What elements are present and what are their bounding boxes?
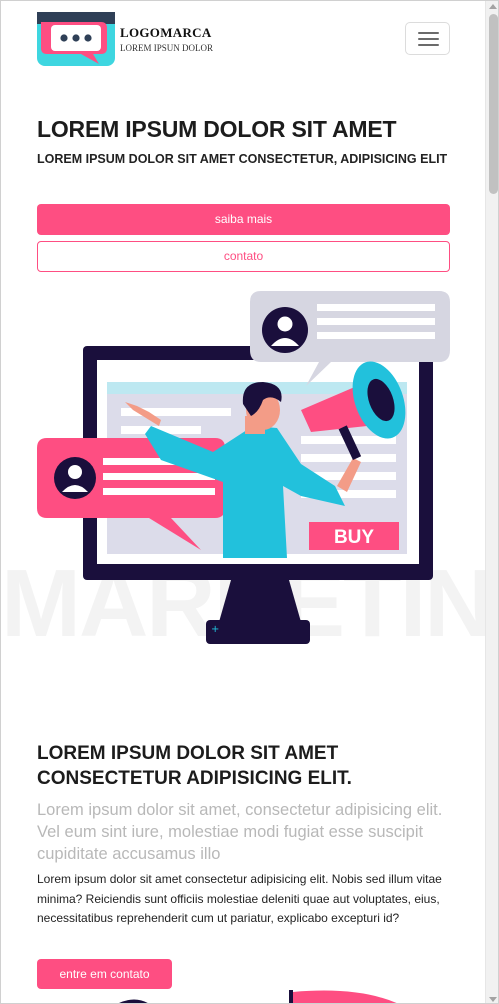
buy-label: BUY	[334, 527, 374, 548]
hero-title: LOREM IPSUM DOLOR SIT AMET	[37, 116, 397, 142]
saiba-mais-button[interactable]: saiba mais	[37, 204, 450, 235]
section-body: Lorem ipsum dolor sit amet consectetur a…	[37, 872, 442, 925]
brand-tagline: LOREM IPSUN DOLOR	[120, 43, 214, 53]
contato-button[interactable]: contato	[37, 241, 450, 272]
hamburger-menu-icon	[418, 32, 439, 34]
chat-bubble-logo-icon[interactable]	[37, 12, 115, 66]
section-title: LOREM IPSUM DOLOR SIT AMET CONSECTETUR A…	[37, 743, 352, 789]
scroll-thumb[interactable]	[489, 14, 498, 194]
svg-text:+: +	[211, 624, 219, 635]
entre-em-contato-button[interactable]: entre em contato	[37, 959, 172, 989]
brand-name: LOGOMARCA	[120, 25, 212, 40]
site-header: LOGOMARCA LOREM IPSUN DOLOR	[1, 1, 485, 81]
vertical-scrollbar[interactable]	[485, 1, 498, 1003]
hero-subtitle: LOREM IPSUM DOLOR SIT AMET CONSECTETUR, …	[37, 152, 448, 166]
section-lead: Lorem ipsum dolor sit amet, consectetur …	[37, 801, 443, 863]
bottom-illustration	[119, 990, 397, 1003]
marketing-illustration: + BUY	[37, 291, 450, 644]
page: LOGOMARCA LOREM IPSUN DOLOR LOREM IPSUM …	[0, 0, 499, 1004]
brand[interactable]: LOGOMARCA LOREM IPSUN DOLOR	[120, 25, 214, 53]
scroll-up-arrow-icon[interactable]	[489, 4, 497, 9]
scroll-down-arrow-icon[interactable]	[489, 997, 497, 1002]
hamburger-menu-button[interactable]	[405, 22, 450, 55]
